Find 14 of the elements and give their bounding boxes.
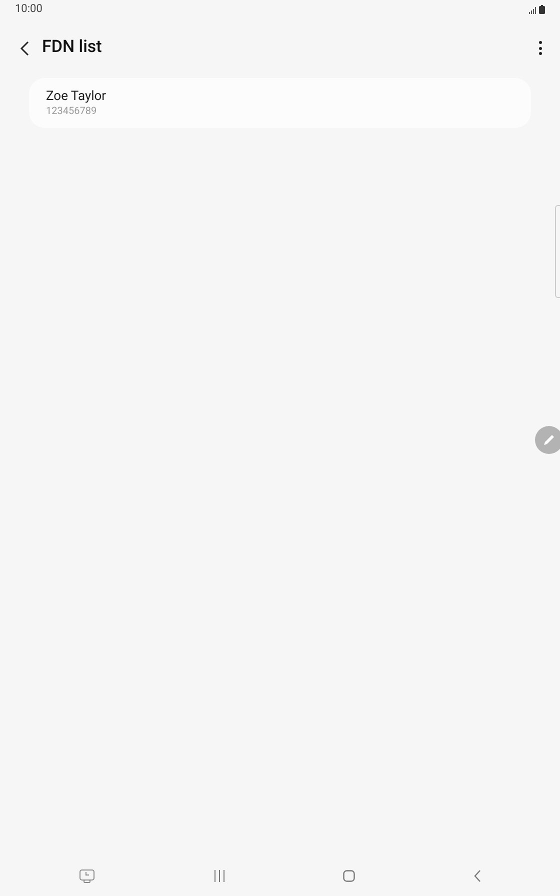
more-options-icon[interactable]: [538, 41, 542, 55]
pencil-icon: [543, 434, 555, 446]
back-icon[interactable]: [474, 870, 481, 882]
edit-button[interactable]: [535, 426, 560, 454]
contact-card[interactable]: Zoe Taylor 123456789: [29, 78, 531, 128]
recent-apps-icon[interactable]: [214, 870, 225, 882]
contact-number: 123456789: [46, 104, 98, 118]
contact-name: Zoe Taylor: [46, 88, 108, 104]
screenshot-history-icon[interactable]: [79, 869, 96, 883]
battery-icon: [539, 4, 545, 14]
home-icon[interactable]: [343, 870, 356, 882]
signal-icon: [529, 6, 537, 14]
status-time: 10:00: [15, 0, 42, 17]
page-title: FDN list: [42, 36, 102, 60]
